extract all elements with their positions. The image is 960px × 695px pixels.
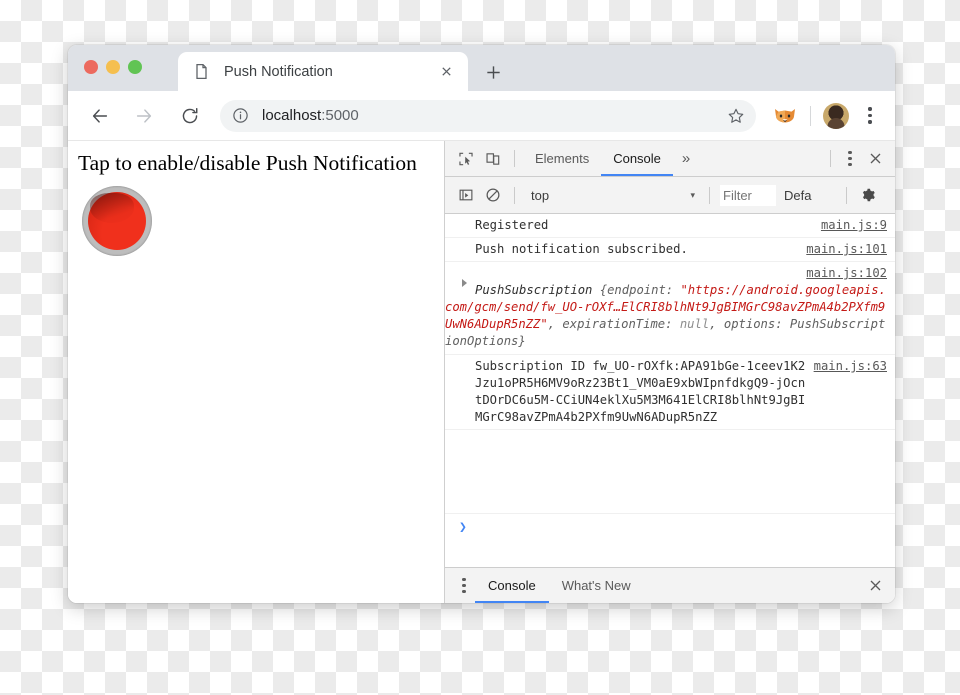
console-message[interactable]: Push notification subscribed. main.js:10… bbox=[445, 238, 895, 262]
avatar[interactable] bbox=[823, 102, 849, 129]
console-message-source[interactable]: main.js:101 bbox=[800, 241, 891, 258]
forward-button[interactable] bbox=[128, 100, 160, 132]
tab-title: Push Notification bbox=[224, 63, 333, 80]
devtools-drawer-tabbar: Console What's New bbox=[445, 567, 895, 603]
separator-comma: , bbox=[547, 317, 563, 331]
zoom-window-button[interactable] bbox=[128, 60, 142, 74]
page-title: Tap to enable/disable Push Notification bbox=[78, 151, 417, 175]
tab-strip: Push Notification bbox=[68, 45, 895, 91]
prompt-caret-icon: ❯ bbox=[459, 520, 467, 535]
page-icon bbox=[193, 63, 210, 80]
console-message-text: Subscription ID fw_UO-rOXfk:APA91bGe-1ce… bbox=[475, 359, 806, 424]
clear-console-icon[interactable] bbox=[479, 182, 506, 208]
close-drawer-icon[interactable] bbox=[861, 573, 889, 599]
reload-button[interactable] bbox=[174, 100, 206, 132]
object-close-brace: } bbox=[518, 334, 526, 348]
console-message-text: Push notification subscribed. bbox=[475, 242, 688, 256]
filter-input[interactable] bbox=[720, 184, 776, 206]
separator-comma: , bbox=[709, 317, 724, 331]
close-icon[interactable] bbox=[436, 62, 456, 82]
prop-endpoint-key: endpoint: bbox=[607, 283, 681, 297]
star-icon[interactable] bbox=[724, 104, 748, 128]
tab-console[interactable]: Console bbox=[601, 141, 673, 176]
window-traffic-lights bbox=[84, 60, 142, 74]
toolbar-divider bbox=[846, 186, 847, 204]
browser-window: Push Notification localhost:5000 Tap to … bbox=[68, 45, 895, 603]
console-object-text: PushSubscription {endpoint: "https://and… bbox=[445, 283, 886, 348]
page-viewport: Tap to enable/disable Push Notification bbox=[68, 141, 445, 603]
toolbar-divider bbox=[709, 186, 710, 204]
minimize-window-button[interactable] bbox=[106, 60, 120, 74]
settings-gear-icon[interactable] bbox=[855, 182, 881, 208]
drawer-tab-whats-new[interactable]: What's New bbox=[549, 568, 644, 603]
info-circle-icon[interactable] bbox=[232, 107, 249, 124]
console-message[interactable]: Registered main.js:9 bbox=[445, 214, 895, 238]
inspect-element-icon[interactable] bbox=[452, 146, 479, 172]
tab-elements[interactable]: Elements bbox=[523, 141, 601, 176]
object-open-brace: { bbox=[599, 283, 608, 297]
console-log[interactable]: Registered main.js:9 Push notification s… bbox=[445, 214, 895, 513]
console-message-source[interactable]: main.js:102 bbox=[445, 265, 891, 282]
console-message[interactable]: Subscription ID fw_UO-rOXfk:APA91bGe-1ce… bbox=[445, 355, 895, 430]
chevron-down-icon: ▾ bbox=[690, 189, 695, 200]
toolbar-divider bbox=[830, 150, 831, 167]
devtools-panel: Elements Console » top ▾ Filter Defa Reg… bbox=[445, 141, 895, 603]
drawer-tab-console[interactable]: Console bbox=[475, 568, 549, 603]
three-dot-menu-icon[interactable] bbox=[859, 103, 881, 129]
url-host: localhost bbox=[262, 107, 322, 124]
console-prompt[interactable]: ❯ bbox=[445, 513, 895, 567]
console-message-source[interactable]: main.js:63 bbox=[808, 358, 891, 375]
devtools-tabbar: Elements Console » bbox=[445, 141, 895, 177]
prop-expiration-value: null bbox=[679, 317, 710, 331]
more-tabs-button[interactable]: » bbox=[673, 142, 699, 176]
address-bar[interactable]: localhost:5000 bbox=[220, 99, 756, 132]
browser-toolbar: localhost:5000 bbox=[68, 91, 895, 141]
device-toolbar-icon[interactable] bbox=[479, 146, 506, 172]
console-sidebar-icon[interactable] bbox=[452, 182, 479, 208]
prop-expiration-key: expirationTime: bbox=[562, 317, 680, 331]
log-levels-dropdown[interactable]: Defa bbox=[776, 188, 838, 203]
drawer-more-options-icon[interactable] bbox=[453, 573, 475, 599]
execution-context-value: top bbox=[531, 187, 550, 203]
toolbar-divider bbox=[514, 186, 515, 204]
toolbar-divider bbox=[514, 150, 515, 167]
execution-context-select[interactable]: top ▾ bbox=[523, 183, 701, 207]
url-port: :5000 bbox=[321, 107, 359, 124]
close-devtools-icon[interactable] bbox=[861, 146, 889, 172]
browser-tab[interactable]: Push Notification bbox=[178, 52, 468, 91]
console-message-text: Registered bbox=[475, 218, 549, 232]
back-button[interactable] bbox=[84, 100, 116, 132]
close-window-button[interactable] bbox=[84, 60, 98, 74]
new-tab-button[interactable] bbox=[480, 59, 506, 85]
console-filter-bar: top ▾ Defa bbox=[445, 177, 895, 214]
url-text: localhost:5000 bbox=[262, 107, 724, 124]
object-constructor-name: PushSubscription bbox=[475, 283, 600, 297]
console-object-message[interactable]: main.js:102 PushSubscription {endpoint: … bbox=[445, 262, 895, 355]
fox-extension-icon[interactable] bbox=[772, 105, 798, 127]
more-options-icon[interactable] bbox=[839, 146, 861, 172]
content-area: Tap to enable/disable Push Notification bbox=[68, 141, 895, 603]
push-toggle-button[interactable] bbox=[82, 186, 152, 256]
toolbar-divider bbox=[810, 105, 811, 126]
console-message-source[interactable]: main.js:9 bbox=[815, 217, 891, 234]
